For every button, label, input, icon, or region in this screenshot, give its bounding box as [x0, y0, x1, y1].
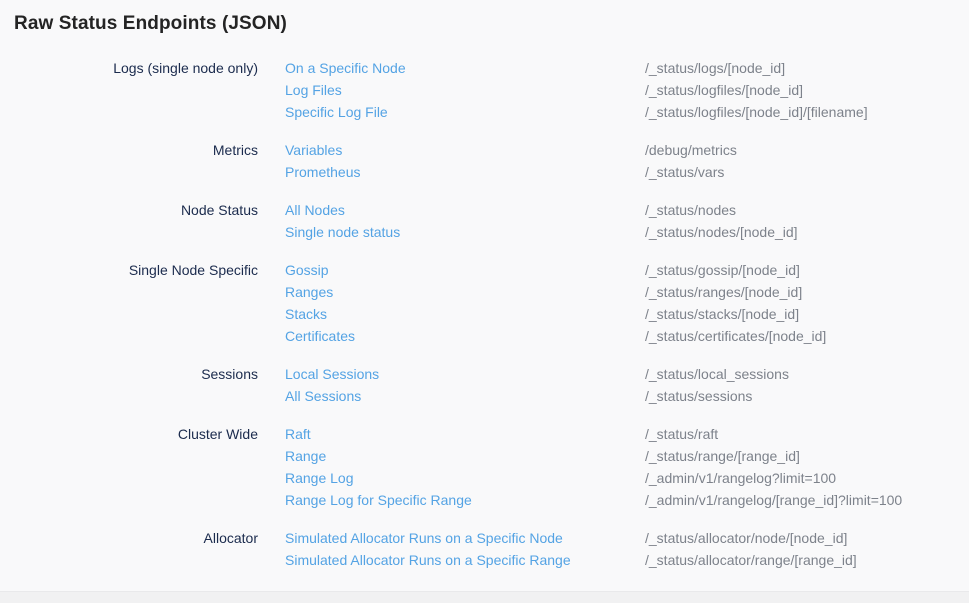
endpoint-path: /_status/local_sessions: [645, 363, 955, 385]
endpoint-section: Cluster Wide Raft /_status/raft Range /_stat…: [14, 423, 955, 511]
endpoint-link[interactable]: Prometheus: [285, 164, 360, 180]
endpoint-link-cell: All Sessions: [285, 385, 618, 407]
endpoint-path: /_status/vars: [645, 161, 955, 183]
endpoint-link-cell: Single node status: [285, 221, 618, 243]
endpoint-section: Single Node Specific Gossip /_status/gossi…: [14, 259, 955, 347]
category-label: Allocator: [14, 527, 258, 549]
category-label: Sessions: [14, 363, 258, 385]
endpoint-link-cell: Prometheus: [285, 161, 618, 183]
endpoint-row: Range /_status/range/[range_id]: [14, 445, 955, 467]
endpoint-link-cell: Range: [285, 445, 618, 467]
endpoint-link-cell: Range Log for Specific Range: [285, 489, 618, 511]
endpoint-row: Cluster Wide Raft /_status/raft: [14, 423, 955, 445]
endpoint-link[interactable]: Range: [285, 448, 326, 464]
category-label: Cluster Wide: [14, 423, 258, 445]
endpoint-row: Specific Log File /_status/logfiles/[node…: [14, 101, 955, 123]
endpoint-row: All Sessions /_status/sessions: [14, 385, 955, 407]
endpoint-sections: Logs (single node only) On a Specific Nod…: [14, 57, 955, 571]
endpoint-section: MetricsVariables/debug/metricsPrometheus…: [14, 139, 955, 183]
endpoint-link-cell: Certificates: [285, 325, 618, 347]
endpoint-link-cell: Range Log: [285, 467, 618, 489]
endpoint-section: Logs (single node only) On a Specific Nod…: [14, 57, 955, 123]
endpoint-row: Single Node Specific Gossip /_status/gossi…: [14, 259, 955, 281]
endpoint-link[interactable]: Local Sessions: [285, 366, 379, 382]
page-title: Raw Status Endpoints (JSON): [14, 13, 955, 35]
endpoint-path: /_status/logs/[node_id]: [645, 57, 955, 79]
endpoint-link[interactable]: Gossip: [285, 262, 329, 278]
endpoint-path: /debug/metrics: [645, 139, 955, 161]
endpoint-link[interactable]: Simulated Allocator Runs on a Specific R…: [285, 552, 571, 568]
endpoint-link[interactable]: Stacks: [285, 306, 327, 322]
endpoint-link[interactable]: Ranges: [285, 284, 333, 300]
endpoint-link[interactable]: Single node status: [285, 224, 400, 240]
endpoint-link-cell: Gossip: [285, 259, 618, 281]
endpoint-row: Single node status /_status/nodes/[node_i…: [14, 221, 955, 243]
endpoint-link[interactable]: Variables: [285, 142, 342, 158]
endpoint-path: /_status/gossip/[node_id]: [645, 259, 955, 281]
endpoint-row: Ranges /_status/ranges/[node_id]: [14, 281, 955, 303]
endpoint-row: Range Log for Specific Range /_admin/v1/r…: [14, 489, 955, 511]
footer-band: [0, 591, 969, 603]
endpoint-link[interactable]: Log Files: [285, 82, 342, 98]
page-content: Raw Status Endpoints (JSON) Logs (single…: [0, 0, 969, 571]
endpoint-section: Allocator Simulated Allocator Runs on a S…: [14, 527, 955, 571]
endpoint-row: Node Status All Nodes /_status/nodes: [14, 199, 955, 221]
endpoint-link[interactable]: All Nodes: [285, 202, 345, 218]
endpoint-path: /_status/allocator/node/[node_id]: [645, 527, 955, 549]
endpoint-row: Logs (single node only) On a Specific Nod…: [14, 57, 955, 79]
endpoint-link-cell: Simulated Allocator Runs on a Specific N…: [285, 527, 618, 549]
endpoint-link-cell: Stacks: [285, 303, 618, 325]
endpoint-link[interactable]: Raft: [285, 426, 311, 442]
category-label: Single Node Specific: [14, 259, 258, 281]
endpoint-link[interactable]: Range Log: [285, 470, 354, 486]
endpoint-link-cell: Ranges: [285, 281, 618, 303]
endpoint-link[interactable]: Certificates: [285, 328, 355, 344]
endpoint-path: /_status/allocator/range/[range_id]: [645, 549, 955, 571]
endpoint-path: /_status/stacks/[node_id]: [645, 303, 955, 325]
endpoint-section: Sessions Local Sessions /_status/local_ses…: [14, 363, 955, 407]
endpoint-path: /_status/raft: [645, 423, 955, 445]
endpoint-row: Simulated Allocator Runs on a Specific R…: [14, 549, 955, 571]
endpoint-link-cell: Variables: [285, 139, 618, 161]
endpoint-link[interactable]: Simulated Allocator Runs on a Specific N…: [285, 530, 563, 546]
endpoint-link-cell: Specific Log File: [285, 101, 618, 123]
endpoint-path: /_status/certificates/[node_id]: [645, 325, 955, 347]
endpoint-link-cell: On a Specific Node: [285, 57, 618, 79]
endpoint-link[interactable]: Specific Log File: [285, 104, 388, 120]
endpoint-row: Log Files /_status/logfiles/[node_id]: [14, 79, 955, 101]
endpoint-row: Stacks /_status/stacks/[node_id]: [14, 303, 955, 325]
endpoint-path: /_status/logfiles/[node_id]: [645, 79, 955, 101]
endpoint-row: Sessions Local Sessions /_status/local_ses…: [14, 363, 955, 385]
endpoint-path: /_status/range/[range_id]: [645, 445, 955, 467]
debug-endpoints-page: Raw Status Endpoints (JSON) Logs (single…: [0, 0, 969, 603]
endpoint-path: /_status/nodes: [645, 199, 955, 221]
category-label: Node Status: [14, 199, 258, 221]
endpoint-path: /_status/sessions: [645, 385, 955, 407]
endpoint-path: /_status/logfiles/[node_id]/[filename]: [645, 101, 955, 123]
endpoint-row: Range Log /_admin/v1/rangelog?limit=100: [14, 467, 955, 489]
endpoint-link[interactable]: Range Log for Specific Range: [285, 492, 472, 508]
endpoint-row: Allocator Simulated Allocator Runs on a S…: [14, 527, 955, 549]
endpoint-path: /_status/nodes/[node_id]: [645, 221, 955, 243]
endpoint-path: /_admin/v1/rangelog?limit=100: [645, 467, 955, 489]
endpoint-path: /_admin/v1/rangelog/[range_id]?limit=100: [645, 489, 955, 511]
endpoint-path: /_status/ranges/[node_id]: [645, 281, 955, 303]
endpoint-row: Prometheus /_status/vars: [14, 161, 955, 183]
endpoint-link-cell: Local Sessions: [285, 363, 618, 385]
endpoint-row: Metrics Variables/debug/metrics: [14, 139, 955, 161]
endpoint-row: Certificates /_status/certificates/[node_…: [14, 325, 955, 347]
category-label: Logs (single node only): [14, 57, 258, 79]
endpoint-link-cell: Simulated Allocator Runs on a Specific R…: [285, 549, 618, 571]
endpoint-link[interactable]: All Sessions: [285, 388, 361, 404]
endpoint-link-cell: All Nodes: [285, 199, 618, 221]
category-label: Metrics: [14, 139, 258, 161]
endpoint-link[interactable]: On a Specific Node: [285, 60, 406, 76]
endpoint-link-cell: Raft: [285, 423, 618, 445]
endpoint-link-cell: Log Files: [285, 79, 618, 101]
endpoint-section: Node StatusAll Nodes/_status/nodesSingle…: [14, 199, 955, 243]
